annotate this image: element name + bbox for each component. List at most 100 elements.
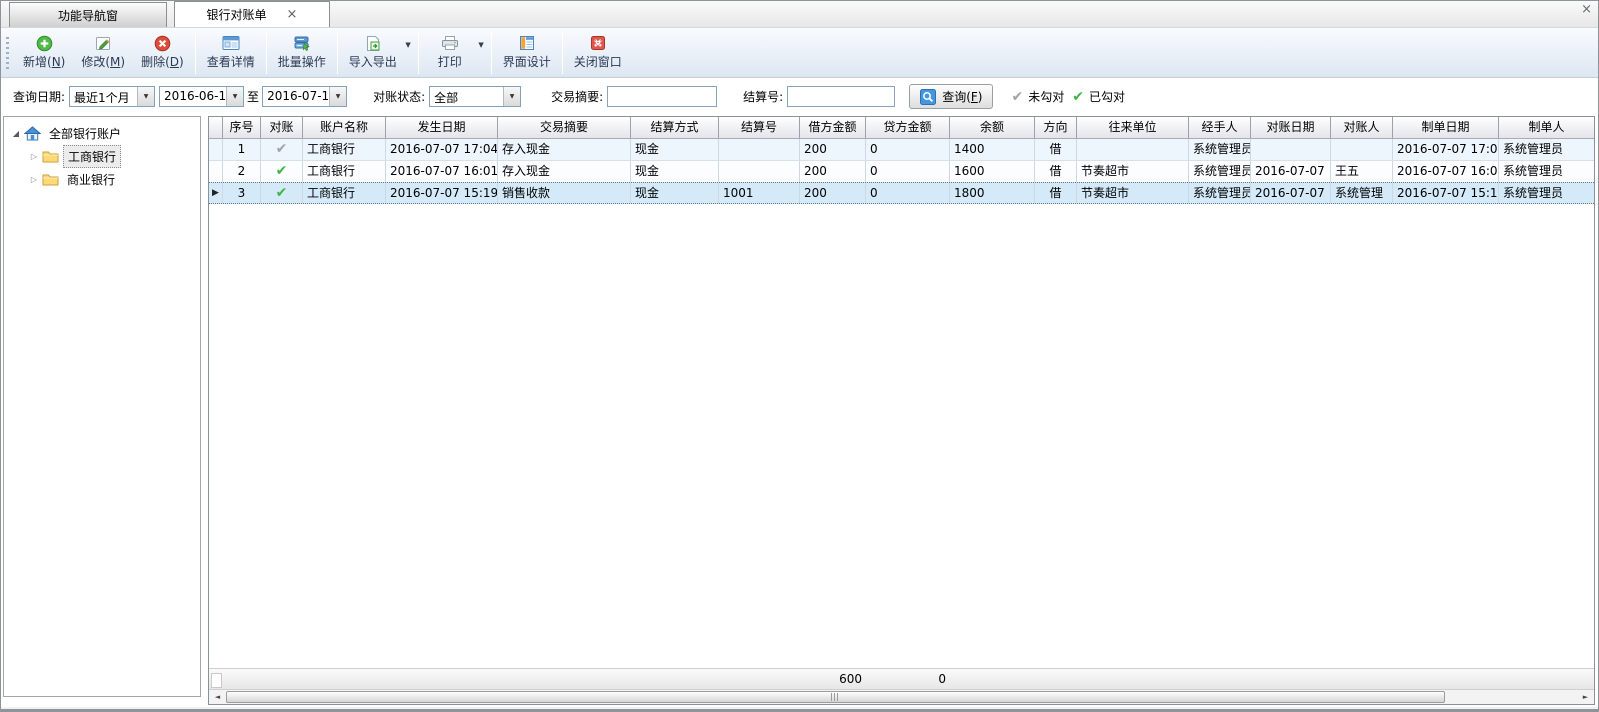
- main-area: ◢ 全部银行账户 ▷ 工商银行 ▷ 商业银行: [1, 115, 1598, 707]
- toolbar-separator: [266, 32, 267, 74]
- horizontal-scrollbar[interactable]: ◄ ►: [209, 689, 1594, 704]
- query-button[interactable]: 查询(F): [909, 84, 993, 109]
- cell-account: 工商银行: [303, 183, 386, 203]
- toolbar-separator: [491, 32, 492, 74]
- close-window-icon: [590, 34, 606, 52]
- print-button[interactable]: 打印 ▼: [422, 32, 478, 73]
- table-row[interactable]: 1 ✔ 工商银行 2016-07-07 17:04 存入现金 现金 200 0 …: [209, 139, 1594, 161]
- cell-direction: 借: [1035, 161, 1077, 182]
- row-indicator: [209, 161, 223, 182]
- tab-function-navigation[interactable]: 功能导航窗: [9, 2, 167, 27]
- settle-no-filter-label: 结算号:: [743, 88, 783, 105]
- cell-handler: 系统管理员: [1189, 183, 1251, 203]
- cell-recon-person: 系统管理: [1331, 183, 1393, 203]
- scrollbar-thumb[interactable]: [226, 691, 1445, 703]
- batch-operation-icon: [293, 34, 311, 52]
- settle-no-input[interactable]: [787, 86, 895, 107]
- tab-close-icon[interactable]: ×: [287, 8, 298, 21]
- col-header-doc-date[interactable]: 制单日期: [1393, 117, 1499, 138]
- scroll-left-icon[interactable]: ◄: [209, 690, 226, 704]
- status-select[interactable]: 全部 ▼: [429, 86, 521, 107]
- col-header-doc-person[interactable]: 制单人: [1499, 117, 1594, 138]
- col-header-counterparty[interactable]: 往来单位: [1077, 117, 1189, 138]
- col-header-seq[interactable]: 序号: [223, 117, 261, 138]
- grid-empty-area: [209, 204, 1594, 668]
- tree-node-label[interactable]: 工商银行: [63, 145, 121, 168]
- cell-doc-date: 2016-07-07 17:04: [1393, 139, 1499, 160]
- tab-label: 功能导航窗: [58, 7, 118, 24]
- folder-icon: [42, 173, 59, 186]
- ui-design-button[interactable]: 界面设计: [495, 32, 559, 73]
- view-detail-button[interactable]: 查看详情: [199, 32, 263, 73]
- expand-closed-icon[interactable]: ▷: [28, 175, 40, 184]
- row-pointer-icon: ▶: [209, 183, 223, 203]
- button-label: 删除(D): [141, 53, 184, 70]
- button-label: 导入导出: [349, 53, 397, 70]
- edit-button[interactable]: 修改(M): [73, 32, 133, 73]
- dropdown-caret-icon[interactable]: ▼: [478, 41, 483, 49]
- table-row[interactable]: ▶ 3 ✔ 工商银行 2016-07-07 15:19 销售收款 现金 1001…: [209, 182, 1594, 204]
- cell-credit: 0: [866, 139, 950, 160]
- col-header-method[interactable]: 结算方式: [631, 117, 719, 138]
- toolbar-separator: [337, 32, 338, 74]
- cell-date: 2016-07-07 15:19: [386, 183, 498, 203]
- import-export-button[interactable]: 导入导出 ▼: [341, 32, 405, 73]
- legend-checked: ✔ 已勾对: [1072, 88, 1125, 105]
- col-header-direction[interactable]: 方向: [1035, 117, 1077, 138]
- col-header-handler[interactable]: 经手人: [1189, 117, 1251, 138]
- chevron-down-icon[interactable]: ▼: [503, 87, 520, 106]
- button-label: 界面设计: [503, 53, 551, 70]
- tree-node-label[interactable]: 全部银行账户: [45, 123, 125, 144]
- tree-node-commercial-bank[interactable]: ▷ 商业银行: [4, 168, 200, 191]
- cell-balance: 1800: [950, 183, 1035, 203]
- col-header-credit[interactable]: 贷方金额: [866, 117, 950, 138]
- tree-root-all-bank-accounts[interactable]: ◢ 全部银行账户: [4, 122, 200, 145]
- chevron-down-icon[interactable]: ▼: [329, 87, 346, 106]
- query-button-label: 查询(F): [942, 88, 982, 105]
- add-button[interactable]: 新增(N): [15, 32, 73, 73]
- home-icon: [24, 126, 41, 141]
- tab-bank-statement[interactable]: 银行对账单 ×: [174, 1, 330, 27]
- cell-settle-no: [719, 161, 800, 182]
- cell-recon-person: [1331, 139, 1393, 160]
- chevron-down-icon[interactable]: ▼: [226, 87, 243, 106]
- expand-open-icon[interactable]: ◢: [10, 129, 22, 138]
- col-header-summary[interactable]: 交易摘要: [498, 117, 631, 138]
- chevron-down-icon[interactable]: ▼: [137, 87, 154, 106]
- cell-date: 2016-07-07 17:04: [386, 139, 498, 160]
- col-header-recon-date[interactable]: 对账日期: [1251, 117, 1331, 138]
- delete-button[interactable]: 删除(D): [133, 32, 192, 73]
- close-window-button[interactable]: 关闭窗口: [566, 32, 630, 73]
- dropdown-caret-icon[interactable]: ▼: [405, 41, 410, 49]
- tree-node-icbc[interactable]: ▷ 工商银行: [4, 145, 200, 168]
- col-header-debit[interactable]: 借方金额: [800, 117, 866, 138]
- window-close-icon[interactable]: ×: [1581, 2, 1592, 17]
- table-row[interactable]: 2 ✔ 工商银行 2016-07-07 16:01 存入现金 现金 200 0 …: [209, 161, 1594, 183]
- date-range-select[interactable]: 最近1个月 ▼: [69, 86, 155, 107]
- status-filter-label: 对账状态:: [373, 88, 425, 105]
- col-header-account[interactable]: 账户名称: [303, 117, 386, 138]
- batch-operation-button[interactable]: 批量操作: [270, 32, 334, 73]
- col-header-balance[interactable]: 余额: [950, 117, 1035, 138]
- cell-doc-date: 2016-07-07 15:19: [1393, 183, 1499, 203]
- cell-direction: 借: [1035, 183, 1077, 203]
- toolbar-separator: [418, 32, 419, 74]
- cell-method: 现金: [631, 139, 719, 160]
- col-header-check[interactable]: 对账: [261, 117, 303, 138]
- legend-label: 未勾对: [1028, 88, 1064, 105]
- cell-debit: 200: [800, 183, 866, 203]
- col-header-settle-no[interactable]: 结算号: [719, 117, 800, 138]
- toolbar-grip[interactable]: [6, 37, 9, 69]
- cell-doc-date: 2016-07-07 16:01: [1393, 161, 1499, 182]
- date-to-select[interactable]: 2016-07-15 ▼: [262, 86, 347, 107]
- cell-settle-no: [719, 139, 800, 160]
- col-header-date[interactable]: 发生日期: [386, 117, 498, 138]
- col-header-recon-person[interactable]: 对账人: [1331, 117, 1393, 138]
- cell-credit: 0: [866, 161, 950, 182]
- summary-input[interactable]: [607, 86, 717, 107]
- scrollbar-track[interactable]: [1445, 690, 1577, 704]
- scroll-right-icon[interactable]: ►: [1577, 690, 1594, 704]
- date-from-select[interactable]: 2016-06-15 ▼: [159, 86, 244, 107]
- tree-node-label[interactable]: 商业银行: [63, 169, 119, 190]
- expand-closed-icon[interactable]: ▷: [28, 152, 40, 161]
